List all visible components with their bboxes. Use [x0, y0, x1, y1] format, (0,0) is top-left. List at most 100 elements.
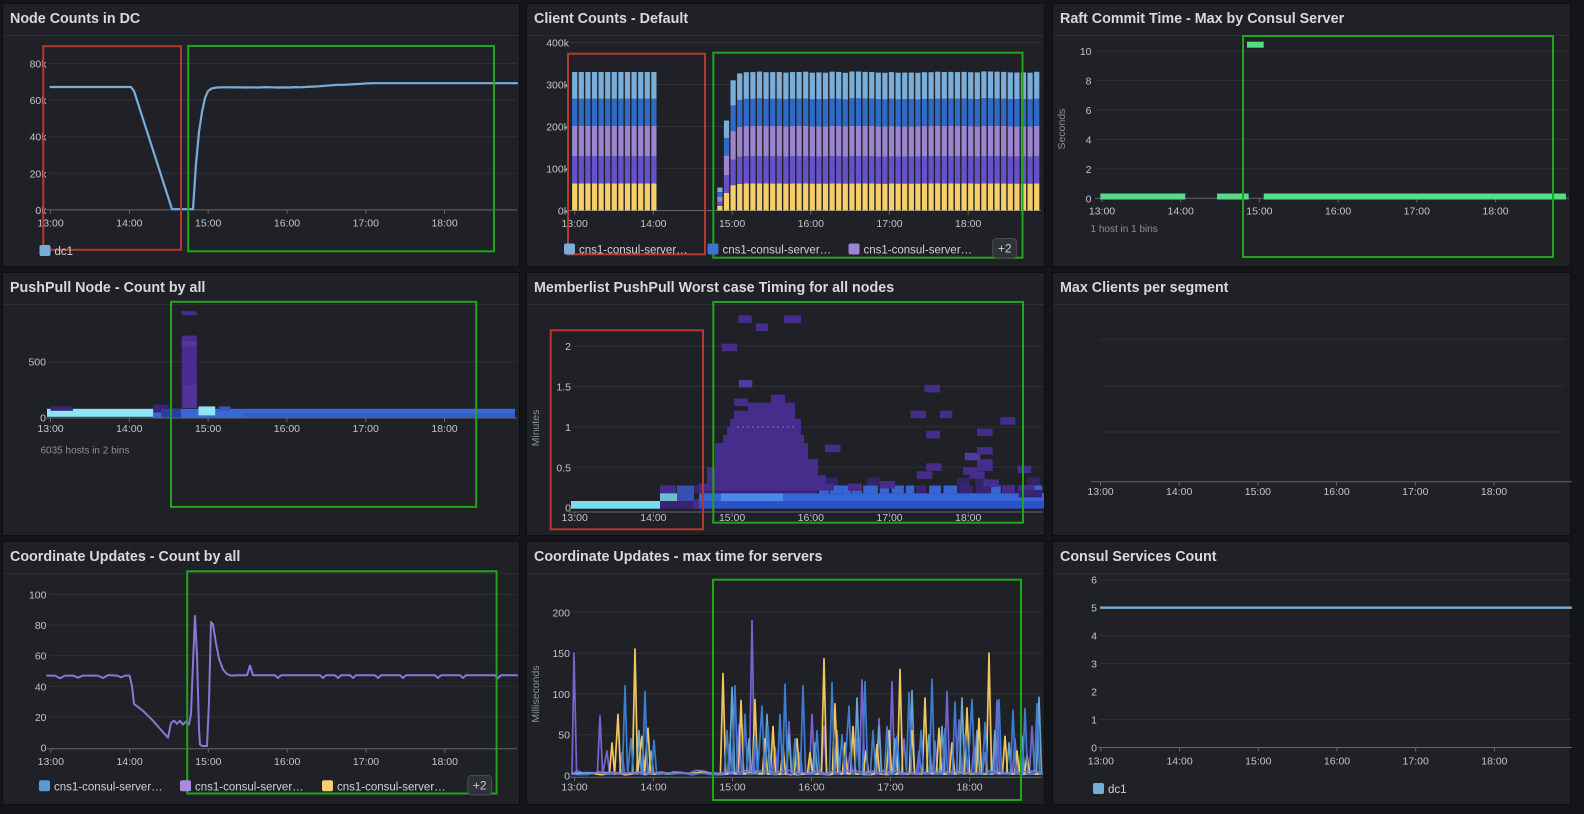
svg-text:16:00: 16:00	[1323, 486, 1349, 498]
svg-text:20k: 20k	[30, 168, 48, 180]
svg-text:500: 500	[28, 356, 46, 368]
svg-text:150: 150	[552, 648, 570, 660]
svg-text:17:00: 17:00	[353, 756, 379, 768]
svg-text:14:00: 14:00	[1168, 206, 1194, 218]
svg-text:13:00: 13:00	[37, 423, 63, 435]
svg-text:16:00: 16:00	[1325, 206, 1351, 218]
svg-text:13:00: 13:00	[562, 512, 588, 524]
svg-text:100k: 100k	[546, 164, 570, 176]
svg-text:14:00: 14:00	[640, 512, 666, 524]
svg-text:4: 4	[1091, 631, 1097, 643]
svg-text:14:00: 14:00	[116, 218, 142, 230]
svg-text:40: 40	[35, 681, 47, 693]
svg-text:15:00: 15:00	[195, 756, 221, 768]
svg-text:17:00: 17:00	[876, 218, 902, 230]
svg-text:18:00: 18:00	[431, 218, 457, 230]
svg-text:60: 60	[35, 651, 47, 663]
svg-text:15:00: 15:00	[195, 423, 221, 435]
svg-text:8: 8	[1086, 76, 1092, 88]
svg-text:0k: 0k	[35, 205, 47, 217]
svg-text:14:00: 14:00	[1166, 756, 1192, 768]
svg-text:dc1: dc1	[55, 246, 74, 258]
svg-text:2: 2	[1086, 164, 1092, 176]
svg-text:80: 80	[35, 620, 47, 632]
svg-text:1.5: 1.5	[556, 382, 571, 394]
svg-text:+2: +2	[998, 242, 1012, 256]
svg-text:60k: 60k	[30, 95, 48, 107]
svg-text:16:00: 16:00	[274, 423, 300, 435]
svg-text:13:00: 13:00	[561, 782, 587, 794]
svg-text:16:00: 16:00	[274, 218, 300, 230]
svg-text:18:00: 18:00	[956, 782, 982, 794]
svg-text:17:00: 17:00	[353, 218, 379, 230]
svg-text:100: 100	[552, 689, 570, 701]
svg-text:2: 2	[565, 341, 571, 353]
svg-text:0: 0	[1091, 743, 1097, 755]
svg-text:50: 50	[558, 730, 570, 742]
svg-text:13:00: 13:00	[1089, 206, 1115, 218]
svg-text:cns1-consul-server…: cns1-consul-server…	[864, 245, 973, 257]
svg-text:17:00: 17:00	[1403, 756, 1429, 768]
svg-text:18:00: 18:00	[1482, 206, 1508, 218]
svg-text:13:00: 13:00	[562, 218, 588, 230]
svg-text:6035 hosts in 2 bins: 6035 hosts in 2 bins	[41, 446, 130, 457]
svg-text:6: 6	[1091, 575, 1097, 587]
svg-text:1: 1	[1091, 715, 1097, 727]
svg-text:+2: +2	[473, 778, 487, 792]
svg-text:13:00: 13:00	[1088, 756, 1114, 768]
svg-text:16:00: 16:00	[798, 218, 824, 230]
svg-text:10: 10	[1080, 46, 1092, 58]
svg-text:15:00: 15:00	[1246, 206, 1272, 218]
svg-text:300k: 300k	[546, 80, 570, 92]
svg-text:cns1-consul-server…: cns1-consul-server…	[54, 781, 163, 793]
svg-text:2: 2	[1091, 687, 1097, 699]
svg-text:6: 6	[1086, 105, 1092, 117]
svg-text:3: 3	[1091, 659, 1097, 671]
svg-text:16:00: 16:00	[274, 756, 300, 768]
svg-text:400k: 400k	[546, 38, 570, 50]
svg-text:4: 4	[1086, 134, 1092, 146]
svg-text:Milliseconds: Milliseconds	[530, 665, 542, 722]
svg-text:5: 5	[1091, 603, 1097, 615]
svg-text:18:00: 18:00	[432, 756, 458, 768]
svg-text:200: 200	[552, 607, 570, 619]
svg-text:16:00: 16:00	[1324, 756, 1350, 768]
svg-text:18:00: 18:00	[955, 218, 981, 230]
svg-text:17:00: 17:00	[1402, 486, 1428, 498]
svg-text:14:00: 14:00	[116, 423, 142, 435]
svg-text:40k: 40k	[30, 132, 48, 144]
svg-text:13:00: 13:00	[1087, 486, 1113, 498]
svg-text:1: 1	[565, 422, 571, 434]
svg-text:cns1-consul-server…: cns1-consul-server…	[723, 245, 832, 257]
svg-text:15:00: 15:00	[195, 218, 221, 230]
svg-text:cns1-consul-server…: cns1-consul-server…	[579, 245, 688, 257]
svg-text:80k: 80k	[30, 59, 48, 71]
svg-text:200k: 200k	[546, 122, 570, 134]
svg-text:cns1-consul-server…: cns1-consul-server…	[195, 781, 304, 793]
svg-text:17:00: 17:00	[877, 782, 903, 794]
svg-text:14:00: 14:00	[116, 756, 142, 768]
svg-text:0.5: 0.5	[556, 462, 571, 474]
svg-text:cns1-consul-server…: cns1-consul-server…	[337, 781, 446, 793]
svg-text:13:00: 13:00	[37, 218, 63, 230]
svg-text:dc1: dc1	[1108, 784, 1127, 796]
svg-text:18:00: 18:00	[1481, 486, 1507, 498]
svg-text:13:00: 13:00	[38, 756, 64, 768]
svg-text:100: 100	[29, 590, 47, 602]
svg-text:18:00: 18:00	[1481, 756, 1507, 768]
svg-text:0: 0	[1086, 193, 1092, 205]
svg-text:16:00: 16:00	[798, 782, 824, 794]
svg-text:15:00: 15:00	[1245, 486, 1271, 498]
svg-text:14:00: 14:00	[1166, 486, 1192, 498]
svg-text:0: 0	[41, 743, 47, 755]
svg-text:17:00: 17:00	[353, 423, 379, 435]
svg-text:1 host in 1 bins: 1 host in 1 bins	[1091, 224, 1158, 235]
svg-text:20: 20	[35, 712, 47, 724]
svg-text:14:00: 14:00	[640, 218, 666, 230]
svg-text:Seconds: Seconds	[1056, 109, 1068, 150]
svg-text:14:00: 14:00	[640, 782, 666, 794]
svg-text:15:00: 15:00	[719, 218, 745, 230]
svg-text:Minutes: Minutes	[530, 410, 542, 447]
svg-text:15:00: 15:00	[719, 782, 745, 794]
svg-text:17:00: 17:00	[1404, 206, 1430, 218]
